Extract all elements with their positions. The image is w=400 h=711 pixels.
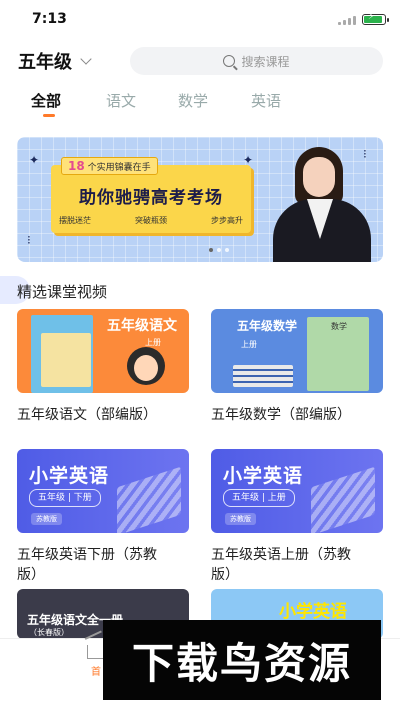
- thumbnail-title: 五年级语文: [107, 318, 177, 334]
- course-thumbnail: 五年级数学 上册 数学: [211, 309, 383, 393]
- banner-tag: 摆脱迷茫: [59, 216, 91, 225]
- promo-banner[interactable]: ✦ ✦ ⁝ ⁝ 18 个实用锦囊在手 助你驰骋高考考场 摆脱迷茫 突破瓶颈 步步…: [17, 137, 383, 262]
- signal-icon: [338, 15, 356, 25]
- banner-tag: 突破瓶颈: [135, 216, 167, 225]
- grade-selector[interactable]: 五年级: [18, 48, 92, 74]
- banner-headline: 助你驰骋高考考场: [79, 188, 223, 208]
- course-title: 五年级英语上册（苏教版）: [211, 547, 351, 583]
- banner-badge: 18 个实用锦囊在手: [61, 157, 158, 175]
- banner-tags: 摆脱迷茫 突破瓶颈 步步高升: [59, 215, 243, 226]
- sparkle-icon: ✦: [29, 153, 40, 167]
- course-card[interactable]: 小学英语 五年级 | 下册 苏教版 五年级英语下册（苏教版）: [17, 449, 189, 585]
- banner-board: 18 个实用锦囊在手 助你驰骋高考考场 摆脱迷茫 突破瓶颈 步步高升: [51, 157, 251, 233]
- section-title: 精选课堂视频: [17, 283, 108, 301]
- active-tab-indicator: [43, 114, 55, 117]
- tab-all[interactable]: 全部: [31, 90, 61, 111]
- teacher-photo: [267, 141, 377, 262]
- watermark-text: 下载鸟资源: [131, 638, 352, 688]
- thumbnail-title: 小学英语: [223, 465, 304, 487]
- thumbnail-title: 小学英语: [29, 465, 110, 487]
- chevron-down-icon: [80, 53, 92, 65]
- thumbnail-title: 五年级数学: [237, 319, 298, 333]
- nav-home-label: 首: [91, 667, 101, 678]
- thumbnail-grade: 五年级 | 下册: [29, 489, 101, 507]
- status-bar: 7:13 ⚡: [0, 0, 400, 40]
- course-thumbnail: 小学英语 五年级 | 上册 苏教版: [211, 449, 383, 533]
- course-title: 五年级英语下册（苏教版）: [17, 547, 157, 583]
- thumbnail-sub: （长春版）: [29, 628, 69, 637]
- thumbnail-tag: 苏教版: [225, 513, 256, 525]
- tab-chinese[interactable]: 语文: [106, 90, 136, 111]
- tab-math[interactable]: 数学: [178, 90, 208, 111]
- grade-label: 五年级: [18, 52, 72, 73]
- course-thumbnail: 小学英语 五年级 | 下册 苏教版: [17, 449, 189, 533]
- thumbnail-title: 小学英语: [279, 602, 347, 622]
- watermark: 下载鸟资源: [103, 620, 381, 700]
- course-card[interactable]: 五年级语文 上册 五年级语文（部编版）: [17, 309, 189, 425]
- carousel-dots: [209, 248, 229, 252]
- search-input[interactable]: 搜索课程: [130, 47, 383, 75]
- header: 五年级 搜索课程: [0, 44, 400, 80]
- status-time: 7:13: [32, 11, 67, 27]
- subject-tabs: 全部 语文 数学 英语: [0, 88, 400, 124]
- banner-tag: 步步高升: [211, 216, 243, 225]
- status-icons: ⚡: [338, 12, 389, 25]
- thumbnail-grade: 五年级 | 上册: [223, 489, 295, 507]
- tab-english[interactable]: 英语: [251, 90, 281, 111]
- search-placeholder: 搜索课程: [241, 54, 290, 69]
- dots-icon: ⁝: [27, 233, 31, 247]
- course-title: 五年级数学（部编版）: [211, 407, 351, 423]
- banner-badge-number: 18: [68, 159, 85, 173]
- thumbnail-tag: 苏教版: [31, 513, 62, 525]
- banner-badge-text: 个实用锦囊在手: [87, 163, 151, 173]
- thumbnail-sub: 上册: [241, 340, 257, 349]
- search-icon: [223, 55, 236, 67]
- course-title: 五年级语文（部编版）: [17, 407, 157, 423]
- course-card[interactable]: 五年级数学 上册 数学 五年级数学（部编版）: [211, 309, 383, 425]
- course-thumbnail: 五年级语文 上册: [17, 309, 189, 393]
- course-card[interactable]: 小学英语 五年级 | 上册 苏教版 五年级英语上册（苏教版）: [211, 449, 383, 585]
- battery-icon: ⚡: [362, 12, 389, 25]
- thumbnail-book-label: 数学: [331, 322, 347, 331]
